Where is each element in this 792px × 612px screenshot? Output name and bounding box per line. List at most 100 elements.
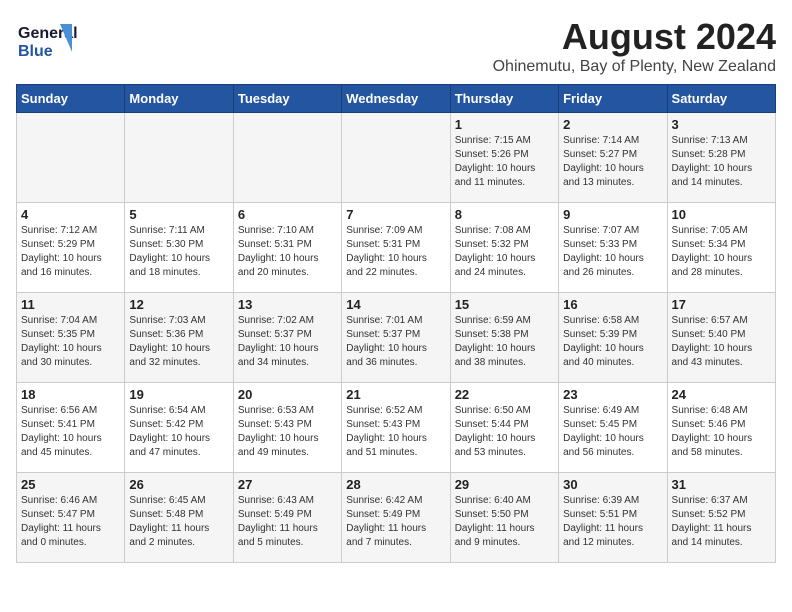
day-of-week-header: Friday <box>559 85 667 113</box>
day-info: Sunrise: 6:57 AMSunset: 5:40 PMDaylight:… <box>672 314 771 370</box>
day-number: 12 <box>129 297 228 312</box>
page-header: General Blue August 2024 Ohinemutu, Bay … <box>16 16 776 76</box>
calendar-week-row: 4 Sunrise: 7:12 AMSunset: 5:29 PMDaylight… <box>17 203 776 293</box>
day-number: 23 <box>563 387 662 402</box>
day-info: Sunrise: 6:58 AMSunset: 5:39 PMDaylight:… <box>563 314 662 370</box>
day-number: 11 <box>21 297 120 312</box>
day-info: Sunrise: 6:46 AMSunset: 5:47 PMDaylight:… <box>21 494 120 550</box>
calendar-table: SundayMondayTuesdayWednesdayThursdayFrid… <box>16 84 776 563</box>
day-info: Sunrise: 6:37 AMSunset: 5:52 PMDaylight:… <box>672 494 771 550</box>
calendar-cell: 8 Sunrise: 7:08 AMSunset: 5:32 PMDaylight… <box>450 203 558 293</box>
day-of-week-header: Monday <box>125 85 233 113</box>
calendar-cell: 5 Sunrise: 7:11 AMSunset: 5:30 PMDaylight… <box>125 203 233 293</box>
day-number: 13 <box>238 297 337 312</box>
day-number: 16 <box>563 297 662 312</box>
day-number: 4 <box>21 207 120 222</box>
day-info: Sunrise: 7:02 AMSunset: 5:37 PMDaylight:… <box>238 314 337 370</box>
calendar-cell: 23 Sunrise: 6:49 AMSunset: 5:45 PMDayligh… <box>559 383 667 473</box>
calendar-cell: 9 Sunrise: 7:07 AMSunset: 5:33 PMDaylight… <box>559 203 667 293</box>
calendar-cell: 1 Sunrise: 7:15 AMSunset: 5:26 PMDaylight… <box>450 113 558 203</box>
calendar-cell: 28 Sunrise: 6:42 AMSunset: 5:49 PMDayligh… <box>342 473 450 563</box>
day-info: Sunrise: 6:48 AMSunset: 5:46 PMDaylight:… <box>672 404 771 460</box>
calendar-cell: 4 Sunrise: 7:12 AMSunset: 5:29 PMDaylight… <box>17 203 125 293</box>
calendar-cell: 14Sunrise: 7:01 AMSunset: 5:37 PMDayligh… <box>342 293 450 383</box>
day-number: 17 <box>672 297 771 312</box>
day-info: Sunrise: 7:03 AMSunset: 5:36 PMDaylight:… <box>129 314 228 370</box>
calendar-cell: 31 Sunrise: 6:37 AMSunset: 5:52 PMDayligh… <box>667 473 775 563</box>
calendar-cell <box>342 113 450 203</box>
day-info: Sunrise: 6:49 AMSunset: 5:45 PMDaylight:… <box>563 404 662 460</box>
calendar-cell: 22Sunrise: 6:50 AMSunset: 5:44 PMDayligh… <box>450 383 558 473</box>
day-info: Sunrise: 7:15 AMSunset: 5:26 PMDaylight:… <box>455 134 554 190</box>
day-number: 1 <box>455 117 554 132</box>
day-info: Sunrise: 7:07 AMSunset: 5:33 PMDaylight:… <box>563 224 662 280</box>
days-of-week-row: SundayMondayTuesdayWednesdayThursdayFrid… <box>17 85 776 113</box>
calendar-cell: 11 Sunrise: 7:04 AMSunset: 5:35 PMDayligh… <box>17 293 125 383</box>
calendar-cell: 16 Sunrise: 6:58 AMSunset: 5:39 PMDayligh… <box>559 293 667 383</box>
day-number: 8 <box>455 207 554 222</box>
day-info: Sunrise: 7:01 AMSunset: 5:37 PMDaylight:… <box>346 314 445 370</box>
day-info: Sunrise: 7:05 AMSunset: 5:34 PMDaylight:… <box>672 224 771 280</box>
day-number: 3 <box>672 117 771 132</box>
calendar-cell: 29 Sunrise: 6:40 AMSunset: 5:50 PMDayligh… <box>450 473 558 563</box>
day-number: 29 <box>455 477 554 492</box>
day-number: 20 <box>238 387 337 402</box>
day-of-week-header: Wednesday <box>342 85 450 113</box>
day-number: 6 <box>238 207 337 222</box>
day-info: Sunrise: 6:52 AMSunset: 5:43 PMDaylight:… <box>346 404 445 460</box>
calendar-week-row: 1 Sunrise: 7:15 AMSunset: 5:26 PMDaylight… <box>17 113 776 203</box>
logo: General Blue <box>16 16 86 64</box>
day-info: Sunrise: 7:08 AMSunset: 5:32 PMDaylight:… <box>455 224 554 280</box>
calendar-cell <box>17 113 125 203</box>
day-number: 5 <box>129 207 228 222</box>
day-number: 18 <box>21 387 120 402</box>
calendar-header: SundayMondayTuesdayWednesdayThursdayFrid… <box>17 85 776 113</box>
day-number: 22 <box>455 387 554 402</box>
day-number: 21 <box>346 387 445 402</box>
day-of-week-header: Thursday <box>450 85 558 113</box>
calendar-cell <box>233 113 341 203</box>
page-title: August 2024 <box>493 16 776 58</box>
day-info: Sunrise: 6:40 AMSunset: 5:50 PMDaylight:… <box>455 494 554 550</box>
day-number: 9 <box>563 207 662 222</box>
day-number: 28 <box>346 477 445 492</box>
calendar-body: 1 Sunrise: 7:15 AMSunset: 5:26 PMDaylight… <box>17 113 776 563</box>
calendar-cell: 17 Sunrise: 6:57 AMSunset: 5:40 PMDayligh… <box>667 293 775 383</box>
day-info: Sunrise: 7:11 AMSunset: 5:30 PMDaylight:… <box>129 224 228 280</box>
calendar-week-row: 25Sunrise: 6:46 AMSunset: 5:47 PMDayligh… <box>17 473 776 563</box>
day-number: 19 <box>129 387 228 402</box>
calendar-cell: 27 Sunrise: 6:43 AMSunset: 5:49 PMDayligh… <box>233 473 341 563</box>
day-info: Sunrise: 6:43 AMSunset: 5:49 PMDaylight:… <box>238 494 337 550</box>
day-info: Sunrise: 6:54 AMSunset: 5:42 PMDaylight:… <box>129 404 228 460</box>
day-info: Sunrise: 7:12 AMSunset: 5:29 PMDaylight:… <box>21 224 120 280</box>
calendar-cell: 15Sunrise: 6:59 AMSunset: 5:38 PMDayligh… <box>450 293 558 383</box>
day-of-week-header: Sunday <box>17 85 125 113</box>
day-number: 2 <box>563 117 662 132</box>
day-number: 27 <box>238 477 337 492</box>
calendar-cell: 20 Sunrise: 6:53 AMSunset: 5:43 PMDayligh… <box>233 383 341 473</box>
logo-svg: General Blue <box>16 16 86 64</box>
calendar-cell: 21 Sunrise: 6:52 AMSunset: 5:43 PMDayligh… <box>342 383 450 473</box>
calendar-cell: 6 Sunrise: 7:10 AMSunset: 5:31 PMDaylight… <box>233 203 341 293</box>
calendar-cell: 12 Sunrise: 7:03 AMSunset: 5:36 PMDayligh… <box>125 293 233 383</box>
day-info: Sunrise: 7:04 AMSunset: 5:35 PMDaylight:… <box>21 314 120 370</box>
calendar-cell <box>125 113 233 203</box>
calendar-cell: 13 Sunrise: 7:02 AMSunset: 5:37 PMDayligh… <box>233 293 341 383</box>
day-info: Sunrise: 6:53 AMSunset: 5:43 PMDaylight:… <box>238 404 337 460</box>
day-number: 31 <box>672 477 771 492</box>
page-subtitle: Ohinemutu, Bay of Plenty, New Zealand <box>493 58 776 76</box>
calendar-cell: 18 Sunrise: 6:56 AMSunset: 5:41 PMDayligh… <box>17 383 125 473</box>
day-number: 30 <box>563 477 662 492</box>
day-info: Sunrise: 6:45 AMSunset: 5:48 PMDaylight:… <box>129 494 228 550</box>
day-info: Sunrise: 7:14 AMSunset: 5:27 PMDaylight:… <box>563 134 662 190</box>
day-number: 26 <box>129 477 228 492</box>
day-info: Sunrise: 6:42 AMSunset: 5:49 PMDaylight:… <box>346 494 445 550</box>
day-of-week-header: Tuesday <box>233 85 341 113</box>
calendar-cell: 19 Sunrise: 6:54 AMSunset: 5:42 PMDayligh… <box>125 383 233 473</box>
calendar-cell: 26 Sunrise: 6:45 AMSunset: 5:48 PMDayligh… <box>125 473 233 563</box>
day-info: Sunrise: 7:10 AMSunset: 5:31 PMDaylight:… <box>238 224 337 280</box>
calendar-cell: 10Sunrise: 7:05 AMSunset: 5:34 PMDayligh… <box>667 203 775 293</box>
day-of-week-header: Saturday <box>667 85 775 113</box>
calendar-cell: 25Sunrise: 6:46 AMSunset: 5:47 PMDayligh… <box>17 473 125 563</box>
day-info: Sunrise: 6:56 AMSunset: 5:41 PMDaylight:… <box>21 404 120 460</box>
